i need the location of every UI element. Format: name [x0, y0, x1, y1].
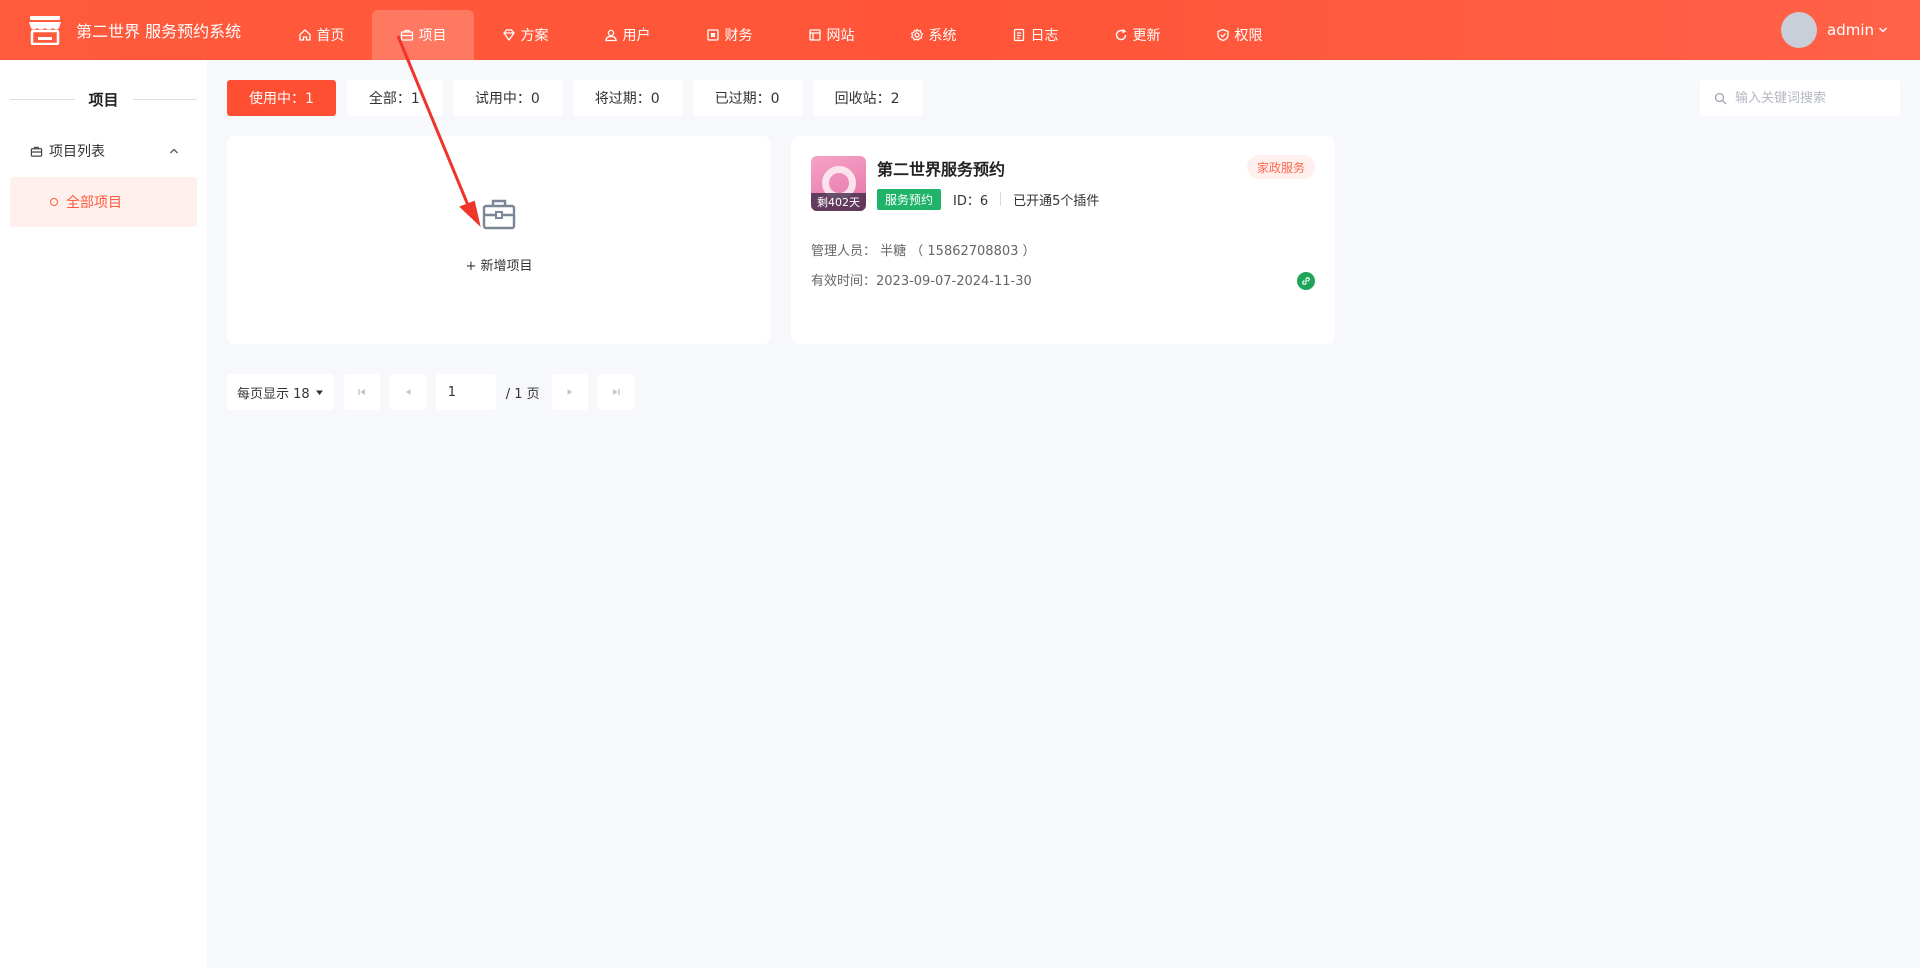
log-icon: [1013, 28, 1024, 42]
gear-icon: [910, 28, 923, 41]
app-title: 第二世界 服务预约系统: [76, 22, 242, 41]
user-name: admin: [1827, 21, 1874, 39]
refresh-icon: [1115, 29, 1126, 41]
main-nav: 首页 项目 方案 用户 财务 网站 系统 日志 更新 权限: [270, 10, 1290, 60]
nav-item-updates[interactable]: 更新: [1086, 10, 1188, 60]
tab-in-use[interactable]: 使用中：1: [227, 80, 336, 116]
last-page-button[interactable]: [597, 374, 634, 410]
divider: [132, 98, 198, 100]
search-box: [1700, 80, 1900, 116]
add-project-label: + 新增项目: [465, 259, 533, 274]
nav-label: 项目: [418, 28, 447, 44]
nav-item-home[interactable]: 首页: [270, 10, 372, 60]
top-bar: 第二世界 服务预约系统 首页 项目 方案 用户 财务 网站 系统 日志 更新 权…: [0, 0, 1920, 60]
briefcase-icon: [400, 29, 413, 41]
user-menu[interactable]: admin: [1781, 0, 1888, 60]
sidebar: 项目 项目列表 全部项目: [0, 60, 207, 968]
divider: [10, 98, 75, 100]
tab-expiring[interactable]: 将过期：0: [572, 80, 682, 116]
pagination: 每页显示 18 / 1 页: [227, 374, 634, 410]
tab-all[interactable]: 全部：1: [346, 80, 442, 116]
brand[interactable]: 第二世界 服务预约系统: [28, 0, 241, 60]
tab-recycle-bin[interactable]: 回收站：2: [812, 80, 922, 116]
tab-trial[interactable]: 试用中：0: [452, 80, 562, 116]
nav-label: 更新: [1132, 28, 1161, 44]
nav-label: 权限: [1234, 28, 1263, 44]
nav-item-permissions[interactable]: 权限: [1188, 10, 1290, 60]
project-meta: 服务预约 ID：6 已开通5个插件: [877, 188, 1099, 210]
link-icon[interactable]: [1297, 272, 1315, 290]
type-tag: 服务预约: [877, 188, 942, 210]
tab-expired[interactable]: 已过期：0: [692, 80, 802, 116]
page-size-select[interactable]: 每页显示 18: [227, 374, 334, 410]
nav-item-plans[interactable]: 方案: [474, 10, 576, 60]
divider: [1000, 192, 1002, 206]
nav-label: 方案: [520, 28, 549, 44]
project-thumbnail: 剩402天: [811, 156, 866, 211]
days-left-badge: 剩402天: [811, 193, 866, 211]
nav-item-website[interactable]: 网站: [780, 10, 882, 60]
search-icon: [1714, 92, 1727, 104]
nav-item-system[interactable]: 系统: [882, 10, 984, 60]
prev-page-icon: [405, 389, 411, 395]
plugins-count: 已开通5个插件: [1013, 193, 1100, 209]
nav-label: 网站: [826, 28, 855, 44]
nav-item-finance[interactable]: 财务: [678, 10, 780, 60]
sidebar-heading: 项目: [10, 88, 198, 110]
nav-label: 用户: [622, 28, 651, 44]
bullet-icon: [50, 198, 58, 206]
prev-page-button[interactable]: [389, 374, 426, 410]
nav-item-logs[interactable]: 日志: [984, 10, 1086, 60]
add-project-card[interactable]: + 新增项目: [227, 136, 771, 344]
nav-item-projects[interactable]: 项目: [372, 10, 474, 60]
finance-icon: [706, 29, 719, 41]
nav-label: 首页: [316, 28, 345, 44]
page-number-input[interactable]: [435, 374, 496, 410]
diamond-icon: [502, 29, 515, 42]
filter-tabs: 使用中：1 全部：1 试用中：0 将过期：0 已过期：0 回收站：2: [227, 80, 922, 116]
sidebar-item-label: 全部项目: [66, 195, 122, 211]
chevron-up-icon: [170, 148, 178, 154]
sidebar-title: 项目: [88, 90, 119, 109]
project-id: ID：6: [953, 193, 989, 209]
avatar[interactable]: [1781, 12, 1817, 48]
nav-label: 财务: [724, 28, 753, 44]
nav-label: 系统: [928, 28, 957, 44]
website-icon: [808, 29, 821, 41]
sidebar-group-label: 项目列表: [49, 144, 105, 160]
total-pages: / 1 页: [505, 386, 540, 402]
shield-icon: [1216, 28, 1229, 42]
category-badge: 家政服务: [1246, 155, 1315, 179]
caret-down-icon: [315, 390, 323, 395]
last-page-icon: [612, 389, 620, 395]
next-page-icon: [567, 389, 572, 395]
sidebar-group-project-list[interactable]: 项目列表: [30, 140, 180, 162]
briefcase-icon: [30, 146, 43, 157]
briefcase-icon: [482, 199, 516, 230]
project-name[interactable]: 第二世界服务预约: [877, 156, 1005, 180]
users-icon: [604, 29, 617, 42]
nav-item-users[interactable]: 用户: [576, 10, 678, 60]
search-input[interactable]: [1735, 90, 1895, 106]
valid-period: 有效时间：2023-09-07-2024-11-30: [811, 274, 1032, 289]
home-icon: [298, 29, 311, 41]
manager-info: 管理人员： 半糖 （ 15862708803 ）: [811, 244, 1036, 259]
nav-label: 日志: [1030, 28, 1059, 44]
first-page-button[interactable]: [343, 374, 380, 410]
project-card[interactable]: 剩402天 第二世界服务预约 家政服务 服务预约 ID：6 已开通5个插件 管理…: [791, 136, 1335, 344]
page-size-label: 每页显示 18: [237, 386, 310, 402]
store-icon: [29, 16, 61, 45]
chain-icon: [1302, 277, 1310, 285]
next-page-button[interactable]: [551, 374, 588, 410]
chevron-down-icon: [1879, 27, 1887, 33]
sidebar-item-all-projects[interactable]: 全部项目: [10, 177, 197, 227]
first-page-icon: [358, 389, 365, 395]
